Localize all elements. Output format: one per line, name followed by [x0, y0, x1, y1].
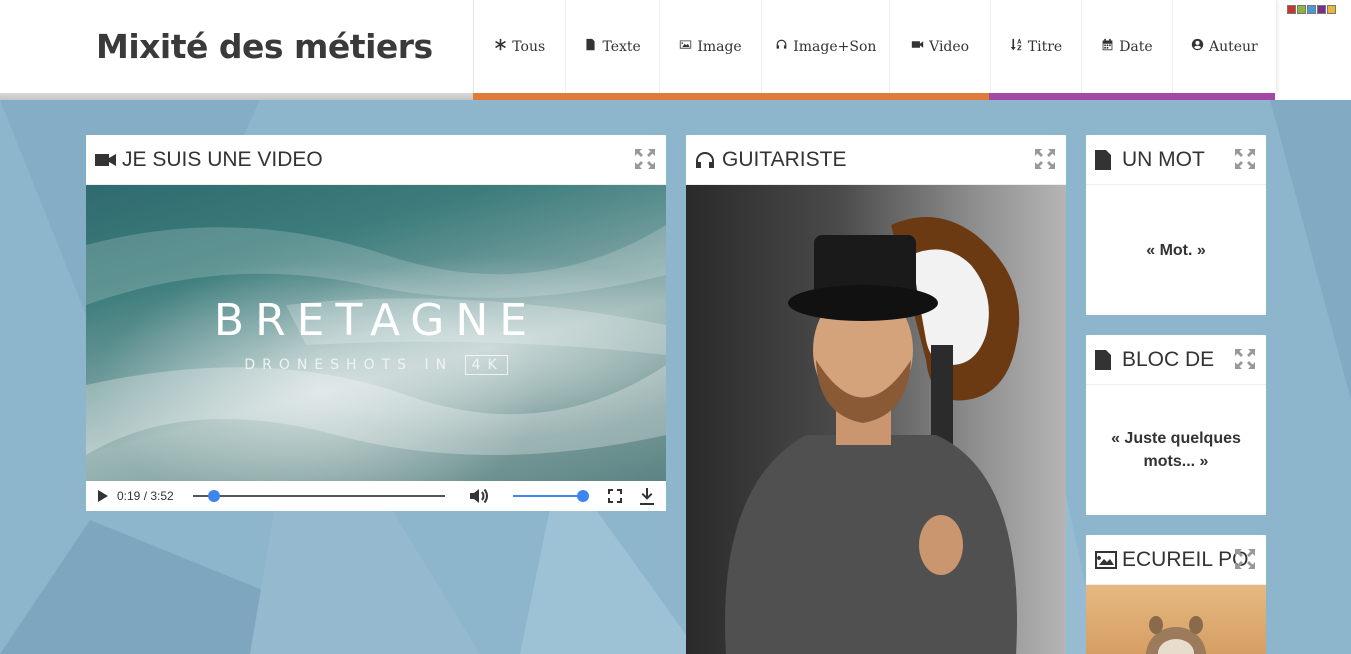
video-camera-icon [911, 38, 924, 55]
card-header: GUITARISTE [686, 135, 1066, 185]
theme-switcher [1287, 5, 1336, 14]
document-icon [584, 38, 597, 55]
card-title[interactable]: JE SUIS UNE VIDEO [122, 148, 323, 172]
asterisk-icon [494, 38, 507, 55]
bloc-text: « Juste quelques mots... » [1111, 430, 1241, 470]
calendar-icon [1101, 38, 1114, 55]
user-circle-icon [1191, 38, 1204, 55]
filter-nav: Tous Texte Image Image+Son Video Titre D… [473, 0, 1276, 93]
theme-swatch-red[interactable] [1287, 5, 1296, 14]
theme-swatch-blue[interactable] [1307, 5, 1316, 14]
guitarist-photo[interactable] [686, 185, 1066, 654]
nav-item-label: Image+Son [793, 38, 877, 55]
nav-item-label: Date [1119, 38, 1153, 55]
volume-handle[interactable] [576, 490, 589, 502]
nav-accent-orange [473, 93, 989, 100]
video-player[interactable]: BRETAGNE DRONESHOTS IN 4K [86, 185, 666, 481]
document-icon [1095, 149, 1117, 170]
site-header: Mixité des métiers Tous Texte Image Imag… [0, 0, 1351, 100]
card-header: UN MOT [1086, 135, 1266, 185]
mot-card: UN MOT « Mot. » [1086, 135, 1266, 315]
nav-item-titre[interactable]: Titre [991, 0, 1083, 93]
nav-item-label: Image [697, 38, 742, 55]
card-header: JE SUIS UNE VIDEO [86, 135, 666, 185]
fullscreen-icon[interactable] [607, 489, 622, 503]
nav-item-image-son[interactable]: Image+Son [762, 0, 891, 93]
nav-item-label: Texte [602, 38, 641, 55]
document-icon [1095, 349, 1117, 370]
nav-item-image[interactable]: Image [660, 0, 763, 93]
video-card: JE SUIS UNE VIDEO BRETAGNE DRONESHOTS IN… [86, 135, 666, 511]
video-progress[interactable] [192, 490, 445, 502]
nav-item-video[interactable]: Video [890, 0, 991, 93]
image-icon [679, 38, 692, 55]
headphones-icon [695, 150, 717, 170]
download-icon[interactable] [639, 487, 654, 505]
card-title[interactable]: GUITARISTE [722, 148, 846, 172]
play-icon[interactable] [97, 489, 109, 503]
expand-icon[interactable] [1034, 148, 1056, 170]
video-controls: 0:19 / 3:52 [86, 481, 666, 511]
theme-swatch-purple[interactable] [1317, 5, 1326, 14]
expand-icon[interactable] [1234, 148, 1256, 170]
site-title[interactable]: Mixité des métiers [96, 27, 433, 66]
expand-icon[interactable] [1234, 548, 1256, 570]
theme-swatch-green[interactable] [1297, 5, 1306, 14]
nav-item-date[interactable]: Date [1082, 0, 1173, 93]
nav-item-label: Video [929, 38, 970, 55]
nav-item-tous[interactable]: Tous [474, 0, 567, 93]
ecureuil-card: ECUREIL PO [1086, 535, 1266, 654]
guitarist-illustration [725, 217, 1020, 654]
video-progress-handle[interactable] [207, 490, 220, 502]
nav-accent-purple [989, 93, 1275, 100]
card-header: BLOC DE [1086, 335, 1266, 385]
video-time: 0:19 / 3:52 [117, 489, 174, 503]
video-overlay-subtitle: DRONESHOTS IN 4K [86, 355, 666, 375]
card-header: ECUREIL PO [1086, 535, 1266, 585]
brand-underline [0, 93, 473, 100]
nav-item-auteur[interactable]: Auteur [1173, 0, 1276, 93]
video-overlay-title: BRETAGNE [213, 295, 539, 346]
squirrel-illustration [1146, 616, 1206, 654]
volume-slider[interactable] [512, 490, 589, 502]
card-title[interactable]: BLOC DE [1122, 348, 1214, 372]
mot-text: « Mot. » [1146, 241, 1206, 259]
card-title[interactable]: UN MOT [1122, 148, 1205, 172]
nav-item-texte[interactable]: Texte [566, 0, 660, 93]
image-icon [1095, 550, 1117, 570]
nav-item-label: Tous [512, 38, 546, 55]
nav-item-label: Auteur [1208, 38, 1258, 55]
expand-icon[interactable] [634, 148, 656, 170]
squirrel-photo[interactable] [1086, 585, 1266, 654]
volume-icon[interactable] [469, 487, 489, 505]
video-camera-icon [95, 150, 117, 170]
theme-swatch-yellow[interactable] [1327, 5, 1336, 14]
expand-icon[interactable] [1234, 348, 1256, 370]
video-overlay-sub-text: DRONESHOTS IN [244, 357, 454, 373]
headphones-icon [775, 38, 788, 55]
video-overlay-badge: 4K [464, 355, 508, 375]
bloc-card: BLOC DE « Juste quelques mots... » [1086, 335, 1266, 515]
guitarist-card: GUITARISTE [686, 135, 1066, 654]
brand: Mixité des métiers [0, 0, 473, 93]
sort-alpha-icon [1010, 38, 1023, 55]
card-title[interactable]: ECUREIL PO [1122, 548, 1248, 572]
nav-item-label: Titre [1027, 38, 1063, 55]
